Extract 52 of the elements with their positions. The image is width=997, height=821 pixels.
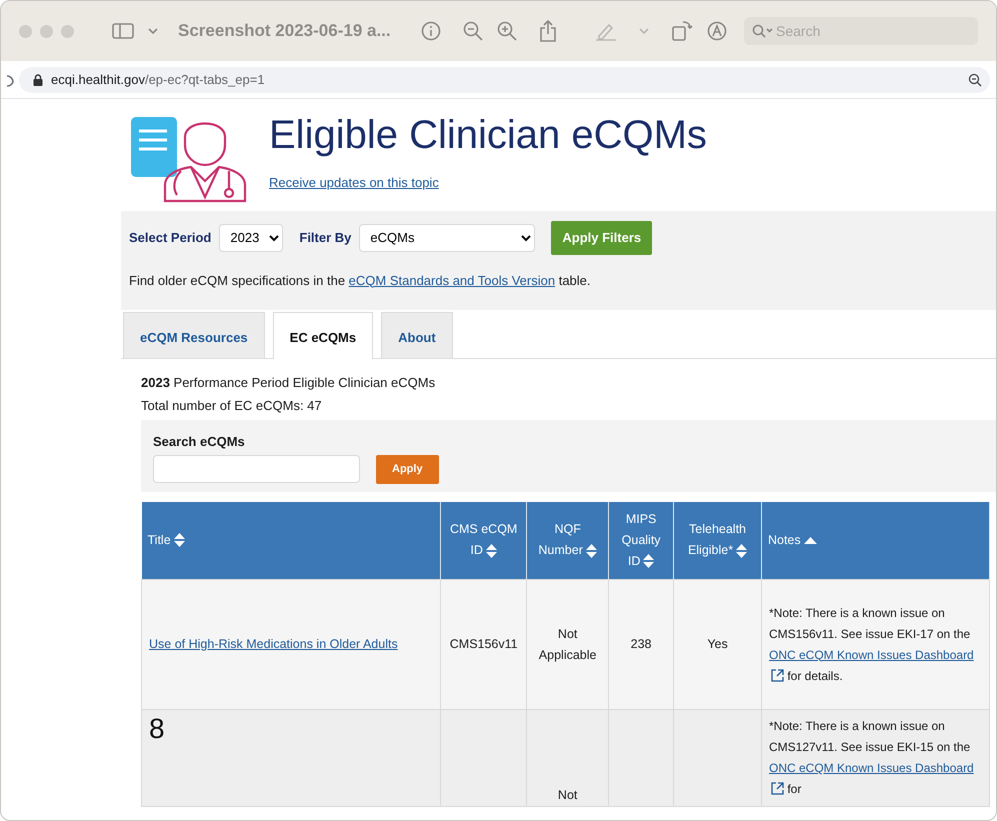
table-cell-text: CMS156v11 (450, 637, 518, 651)
filter-note: Find older eCQM specifications in the eCQM Standards and Tools Version table. (129, 272, 592, 290)
column-header[interactable]: Title (142, 502, 441, 580)
apply-button[interactable]: Apply (376, 455, 439, 484)
table-cell-text: Not (558, 788, 578, 802)
external-link-icon[interactable] (770, 668, 784, 682)
reload-icon[interactable] (7, 72, 15, 86)
standards-link[interactable]: eCQM Standards and Tools Version (348, 272, 556, 288)
column-header[interactable]: MIPS Quality ID (608, 502, 674, 580)
period-label: Select Period (129, 229, 212, 247)
column-header[interactable]: Notes (761, 502, 990, 580)
lock-icon (33, 74, 43, 86)
search-icon (752, 24, 774, 38)
zoom-in-icon[interactable] (496, 21, 517, 41)
subscribe-link[interactable]: Receive updates on this topic (269, 173, 439, 192)
tab[interactable]: eCQM Resources (123, 312, 265, 358)
page-number: 8 (149, 718, 166, 739)
search-input[interactable] (153, 455, 360, 484)
url-text: ecqi.healthit.gov/ep-ec?qt-tabs_ep=1 (51, 70, 265, 89)
column-header[interactable]: Telehealth Eligible* (674, 502, 762, 580)
table-cell-text: 238 (630, 637, 652, 651)
total-count: Total number of EC eCQMs: 47 (141, 397, 323, 415)
external-link-icon[interactable] (770, 782, 784, 795)
table-cell-text: Not Applicable (538, 626, 596, 662)
filter-label: Filter By (299, 229, 352, 247)
search-field[interactable]: Search (744, 17, 978, 45)
column-header[interactable]: CMS eCQM ID (440, 502, 527, 580)
tab[interactable]: About (381, 312, 453, 358)
rotate-icon[interactable] (670, 20, 693, 42)
address-bar[interactable]: ecqi.healthit.gov/ep-ec?qt-tabs_ep=1 (19, 66, 990, 92)
tab[interactable]: EC eCQMs (272, 312, 374, 358)
summary-heading: 2023 Performance Period Eligible Clinician eCQMs (141, 374, 436, 392)
measure-title-link[interactable]: Use of High-Risk Medications in Older Adults (149, 637, 398, 651)
filter-select[interactable]: eCQMs (359, 224, 536, 252)
note-text: *Note: There is a known issue on CMS156v11. See issue EKI-17 on the ONC eCQM Known Issues Dashboard for details. (768, 606, 974, 682)
chevron-down-icon[interactable] (148, 27, 158, 35)
period-select[interactable]: 2023 (219, 224, 284, 252)
page-title: Eligible Clinician eCQMs (269, 113, 707, 157)
dashboard-link[interactable]: ONC eCQM Known Issues Dashboard (768, 761, 974, 775)
column-header[interactable]: NQF Number (526, 502, 609, 580)
sidebar-icon[interactable] (112, 22, 134, 40)
search-label: Search eCQMs (153, 432, 246, 450)
note-text: *Note: There is a known issue on CMS127v11. See issue EKI-15 on the ONC eCQM Known Issues Dashboard for (768, 719, 974, 796)
table-cell-text: Yes (707, 637, 728, 651)
apply-filters-button[interactable]: Apply Filters (551, 221, 652, 254)
zoom-out-icon[interactable] (462, 21, 483, 41)
window-title: Screenshot 2023-06-19 a... (178, 20, 391, 42)
share-icon[interactable] (538, 20, 557, 42)
dashboard-link[interactable]: ONC eCQM Known Issues Dashboard (768, 648, 974, 662)
zoom-icon[interactable] (968, 72, 982, 86)
markup-pen-icon[interactable] (706, 21, 727, 41)
info-icon[interactable] (420, 21, 441, 41)
